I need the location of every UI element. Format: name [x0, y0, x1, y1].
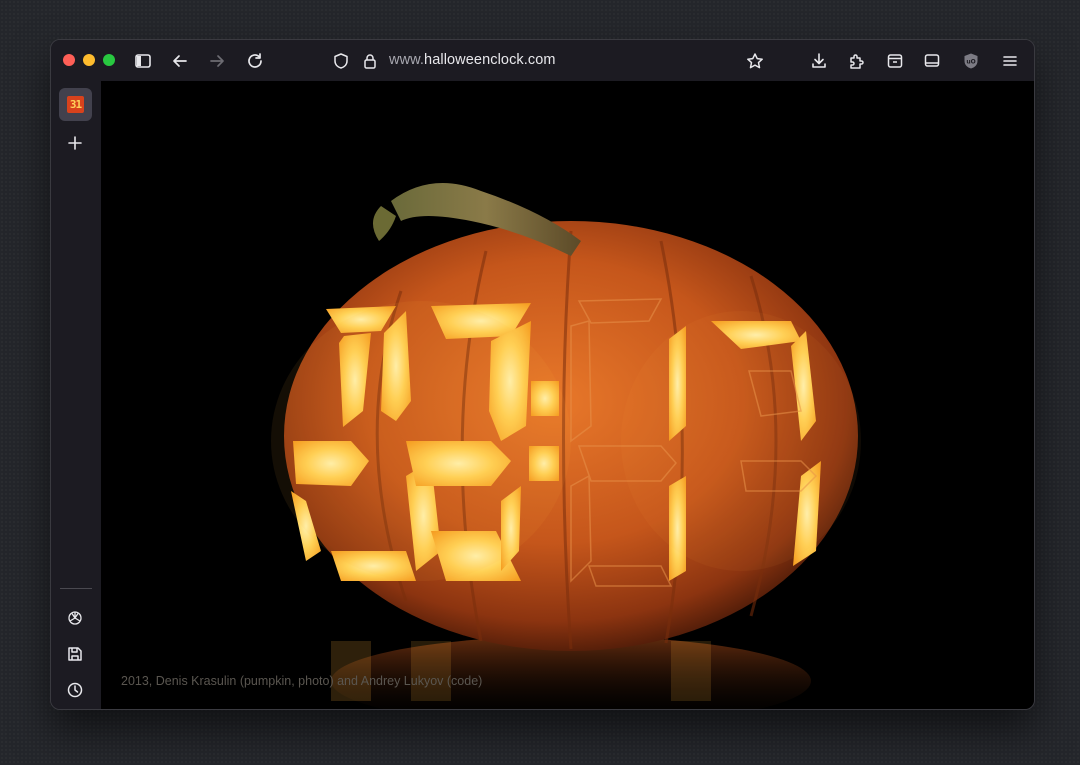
- maximize-window-button[interactable]: [103, 54, 115, 66]
- sidebar-divider: [60, 588, 92, 589]
- ublock-icon[interactable]: uO: [959, 49, 983, 73]
- url-host: halloweenclock.com: [424, 52, 556, 68]
- back-button[interactable]: [168, 49, 192, 73]
- reload-button[interactable]: [243, 49, 267, 73]
- star-icon[interactable]: [743, 49, 767, 73]
- hamburger-menu-icon[interactable]: [998, 49, 1022, 73]
- lock-icon[interactable]: [358, 49, 382, 73]
- close-window-button[interactable]: [63, 54, 75, 66]
- archive-icon[interactable]: [883, 49, 907, 73]
- plus-icon[interactable]: [63, 131, 87, 155]
- browser-toolbar: www.halloweenclock.com uO: [51, 40, 1034, 81]
- url-text[interactable]: www.halloweenclock.com: [389, 52, 556, 68]
- shield-icon[interactable]: [329, 49, 353, 73]
- minimize-window-button[interactable]: [83, 54, 95, 66]
- forward-button[interactable]: [205, 49, 229, 73]
- laptop-icon[interactable]: [920, 49, 944, 73]
- favicon: 31: [67, 96, 84, 113]
- save-icon[interactable]: [63, 642, 87, 666]
- vertical-tabs-sidebar: 31: [51, 81, 101, 709]
- page-content: 2013, Denis Krasulin (pumpkin, photo) an…: [101, 81, 1034, 709]
- url-prefix: www.: [389, 52, 425, 68]
- svg-text:uO: uO: [966, 59, 975, 66]
- photo-credit: 2013, Denis Krasulin (pumpkin, photo) an…: [121, 674, 483, 688]
- openai-icon[interactable]: [63, 606, 87, 630]
- clock-icon[interactable]: [63, 678, 87, 702]
- browser-window: www.halloweenclock.com uO 31 2013, Denis…: [50, 39, 1035, 710]
- puzzle-icon[interactable]: [845, 49, 869, 73]
- address-bar[interactable]: www.halloweenclock.com: [329, 48, 809, 74]
- tab-halloween-clock[interactable]: 31: [59, 88, 92, 121]
- jack-o-lantern-clock-image: [271, 183, 861, 709]
- download-icon[interactable]: [807, 49, 831, 73]
- sidebar-toggle-icon[interactable]: [131, 49, 155, 73]
